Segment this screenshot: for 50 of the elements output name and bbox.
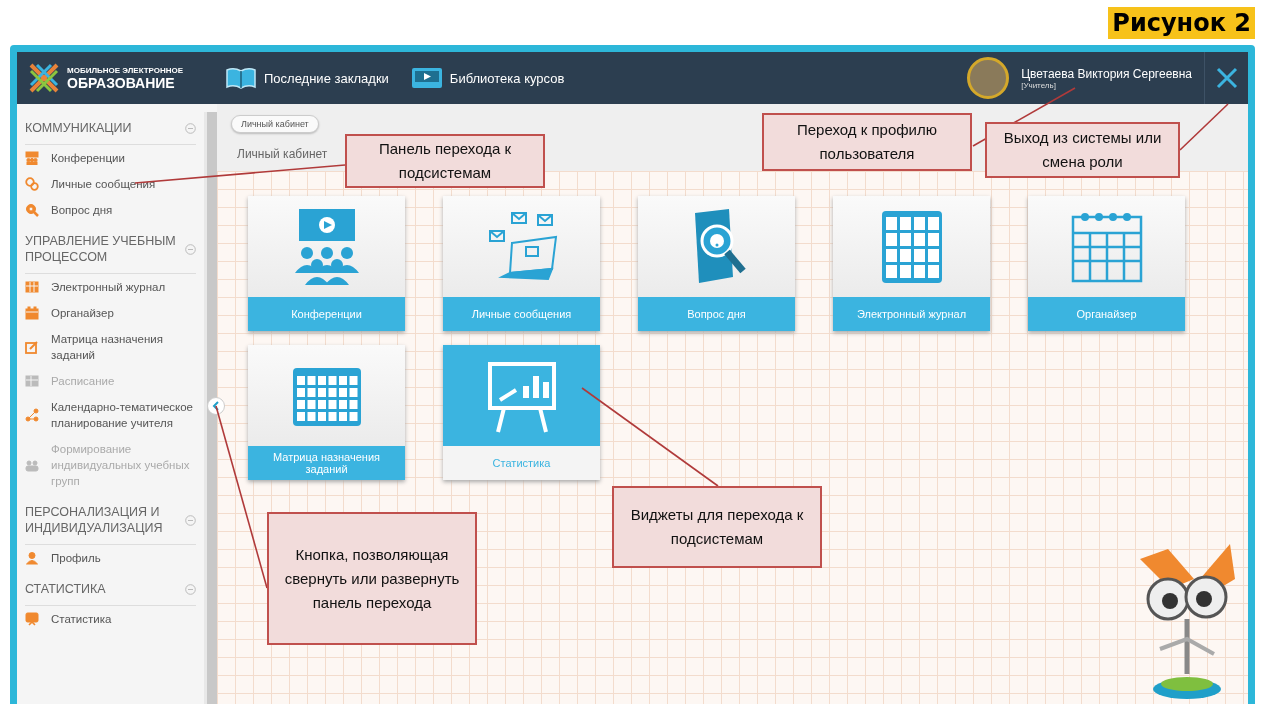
grid-icon — [25, 280, 39, 294]
page-title: Личный кабинет — [237, 146, 328, 163]
logo-icon — [27, 61, 61, 95]
chevron-left-icon — [212, 401, 220, 411]
video-icon — [410, 67, 443, 89]
collapse-icon[interactable] — [185, 122, 196, 134]
edit-icon — [25, 340, 39, 354]
sidebar-item[interactable]: Матрица назначения заданий — [25, 326, 196, 368]
logo-subtitle: МОБИЛЬНОЕ ЭЛЕКТРОННОЕ — [67, 66, 184, 76]
nodes-icon — [25, 408, 39, 422]
user-profile[interactable]: Цветаева Виктория Сергеевна [Учитель] — [967, 57, 1192, 99]
user-role: [Учитель] — [1021, 80, 1056, 90]
section-heading: КОММУНИКАЦИИ — [25, 120, 133, 136]
open-book-icon — [225, 67, 257, 89]
callout-box: Виджеты для перехода к подсистемам — [612, 486, 822, 568]
sidebar-item[interactable]: Вопрос дня — [25, 197, 196, 223]
calendar-icon — [25, 306, 39, 320]
callout-box: Кнопка, позволяющая свернуть или развернуть панель перехода — [267, 512, 477, 645]
sidebar-item[interactable]: Профиль — [25, 545, 196, 571]
scrollbar[interactable] — [204, 112, 217, 704]
callout-box: Панель перехода к подсистемам — [345, 134, 545, 188]
sidebar-item[interactable]: Конференции — [25, 145, 196, 171]
easel-icon — [25, 612, 39, 626]
table-icon — [25, 374, 39, 388]
breadcrumb[interactable]: Личный кабинет — [231, 115, 319, 133]
sidebar-item[interactable]: Календарно-тематическое планирование учителя — [25, 394, 196, 436]
figure-caption: Рисунок 2 — [1108, 7, 1255, 39]
section-heading: ПЕРСОНАЛИЗАЦИЯ И ИНДИВИДУАЛИЗАЦИЯ — [25, 504, 164, 536]
user-name: Цветаева Виктория Сергеевна — [1021, 66, 1192, 81]
group-icon — [25, 458, 39, 472]
chat-icon — [25, 177, 39, 191]
nav-link[interactable]: Последние закладки — [225, 67, 389, 89]
collapse-icon[interactable] — [185, 243, 196, 255]
section-heading: СТАТИСТИКА — [25, 581, 107, 597]
callout-box: Выход из системы или смена роли — [985, 122, 1180, 178]
nav-link[interactable]: Библиотека курсов — [410, 67, 565, 89]
callout-box: Переход к профилю пользователя — [762, 113, 972, 171]
collapse-icon[interactable] — [185, 514, 196, 526]
leader-line — [1179, 103, 1229, 151]
sidebar-item[interactable]: Органайзер — [25, 300, 196, 326]
search-icon — [25, 203, 39, 217]
sidebar-item[interactable]: Электронный журнал — [25, 274, 196, 300]
logo-title: ОБРАЗОВАНИЕ — [67, 76, 176, 90]
close-icon — [1215, 67, 1238, 89]
sidebar-item[interactable]: Личные сообщения — [25, 171, 196, 197]
section-heading: УПРАВЛЕНИЕ УЧЕБНЫМ ПРОЦЕССОМ — [25, 233, 177, 265]
person-icon — [25, 551, 39, 565]
collapse-icon[interactable] — [185, 583, 196, 595]
avatar — [967, 57, 1010, 99]
sidebar-item[interactable]: Статистика — [25, 606, 196, 632]
